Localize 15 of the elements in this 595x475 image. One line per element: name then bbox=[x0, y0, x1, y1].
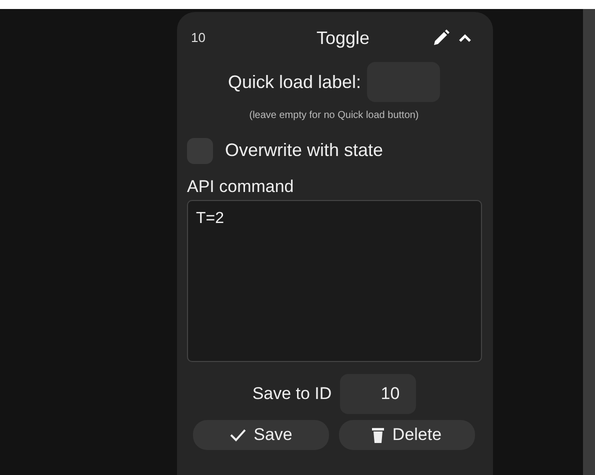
hint-text: (leave empty for no Quick load button) bbox=[248, 109, 420, 123]
card-title: Toggle bbox=[315, 26, 371, 50]
check-icon bbox=[230, 428, 246, 442]
delete-button[interactable]: Delete bbox=[339, 420, 475, 450]
trash-icon bbox=[372, 426, 384, 442]
checkbox-label: Overwrite with state bbox=[225, 139, 384, 162]
edit-icon[interactable] bbox=[431, 28, 451, 48]
id-input[interactable]: 10 bbox=[340, 374, 416, 414]
caret-icon[interactable] bbox=[459, 34, 471, 42]
field-label: API command bbox=[187, 176, 295, 198]
field-label: Quick load label: bbox=[228, 70, 362, 94]
save-button[interactable]: Save bbox=[193, 420, 329, 450]
command-textarea[interactable]: T=2 bbox=[187, 200, 482, 362]
field-label: Save to ID bbox=[252, 382, 332, 405]
card-id: 10 bbox=[190, 29, 206, 48]
